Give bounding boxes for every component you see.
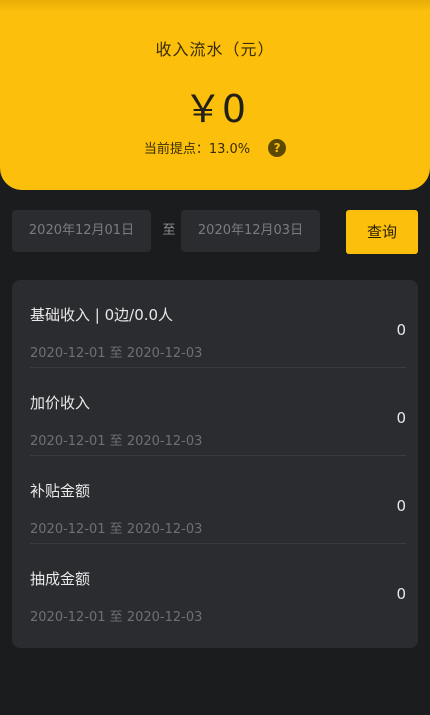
item-label: 加价收入 [30, 394, 91, 412]
start-date-field[interactable]: 2020年12月01日 [12, 210, 151, 252]
item-label: 抽成金额 [30, 570, 91, 588]
list-item-subsidy[interactable]: 补贴金额 2020-12-01 至 2020-12-03 0 [30, 456, 406, 544]
list-item-basic-income[interactable]: 基础收入 | 0边/0.0人 2020-12-01 至 2020-12-03 0 [30, 280, 406, 368]
item-value: 0 [396, 321, 406, 339]
item-value: 0 [396, 585, 406, 603]
item-label: 补贴金额 [30, 482, 91, 500]
end-date-field[interactable]: 2020年12月03日 [181, 210, 320, 252]
income-list: 基础收入 | 0边/0.0人 2020-12-01 至 2020-12-03 0… [12, 280, 418, 648]
item-value: 0 [396, 409, 406, 427]
item-label: 基础收入 | 0边/0.0人 [30, 306, 174, 324]
question-circle-icon[interactable]: ? [268, 138, 287, 157]
item-date-range: 2020-12-01 至 2020-12-03 [30, 346, 203, 361]
status-bar-shadow [0, 0, 430, 12]
list-item-markup-income[interactable]: 加价收入 2020-12-01 至 2020-12-03 0 [30, 368, 406, 456]
item-date-range: 2020-12-01 至 2020-12-03 [30, 434, 203, 449]
date-separator: 至 [162, 223, 176, 238]
item-date-range: 2020-12-01 至 2020-12-03 [30, 522, 203, 537]
rate-row: 当前提点：13.0% ? [0, 138, 430, 157]
item-date-range: 2020-12-01 至 2020-12-03 [30, 610, 203, 625]
query-button[interactable]: 查询 [346, 210, 418, 254]
income-title: 收入流水（元） [155, 40, 275, 59]
income-amount: ￥0 [183, 87, 247, 131]
list-item-commission[interactable]: 抽成金额 2020-12-01 至 2020-12-03 0 [30, 544, 406, 632]
item-value: 0 [396, 497, 406, 515]
date-filter-row: 2020年12月01日 至 2020年12月03日 查询 [12, 210, 418, 254]
income-summary-card: 收入流水（元） ￥0 当前提点：13.0% ? [0, 0, 430, 190]
current-rate-label: 当前提点：13.0% [143, 142, 251, 157]
